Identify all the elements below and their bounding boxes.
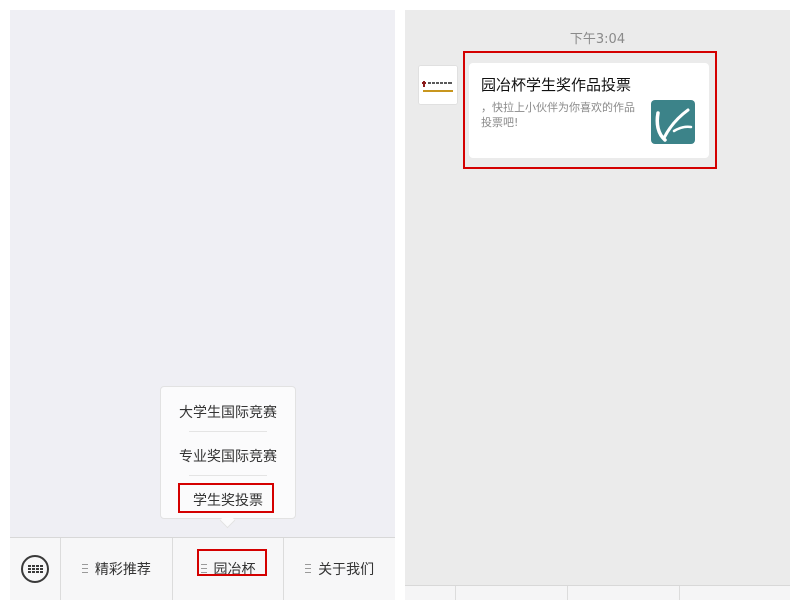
menu-item-label: 精彩推荐 — [94, 562, 151, 578]
chat-input-bar — [405, 585, 790, 600]
wechat-menu-screen: 大学生国际竞赛 专业奖国际竞赛 学生奖投票 精彩推荐 园冶杯 关于我们 — [10, 10, 395, 600]
keyboard-toggle-button[interactable] — [10, 538, 61, 600]
submenu-item-international-student-competition[interactable]: 大学生国际竞赛 — [161, 402, 295, 422]
menu-item-stub[interactable] — [456, 586, 568, 600]
highlight-box-message-card — [463, 51, 717, 169]
submenu-divider — [189, 431, 267, 432]
menu-item-stub[interactable] — [680, 586, 790, 600]
publisher-logo-icon — [419, 66, 457, 104]
keyboard-icon — [21, 555, 49, 583]
chat-screen: 下午3:04 园冶杯学生奖作品投票 ，快拉上小伙伴为你喜欢的作品投票吧! — [405, 10, 790, 600]
menu-item-label: 关于我们 — [318, 562, 375, 578]
highlight-box-yuanye-cup — [197, 549, 267, 576]
submenu-divider — [189, 475, 267, 476]
menu-item-stub[interactable] — [568, 586, 680, 600]
menu-lines-icon — [305, 564, 312, 574]
menu-lines-icon — [81, 564, 88, 574]
menu-item-featured[interactable]: 精彩推荐 — [61, 538, 173, 600]
submenu-item-international-professional-competition[interactable]: 专业奖国际竞赛 — [161, 446, 295, 466]
highlight-box-vote — [178, 483, 274, 513]
publisher-logo-avatar[interactable] — [418, 65, 458, 105]
keyboard-toggle-button[interactable] — [405, 586, 456, 600]
message-timestamp: 下午3:04 — [569, 32, 626, 47]
menu-item-about-us[interactable]: 关于我们 — [284, 538, 395, 600]
